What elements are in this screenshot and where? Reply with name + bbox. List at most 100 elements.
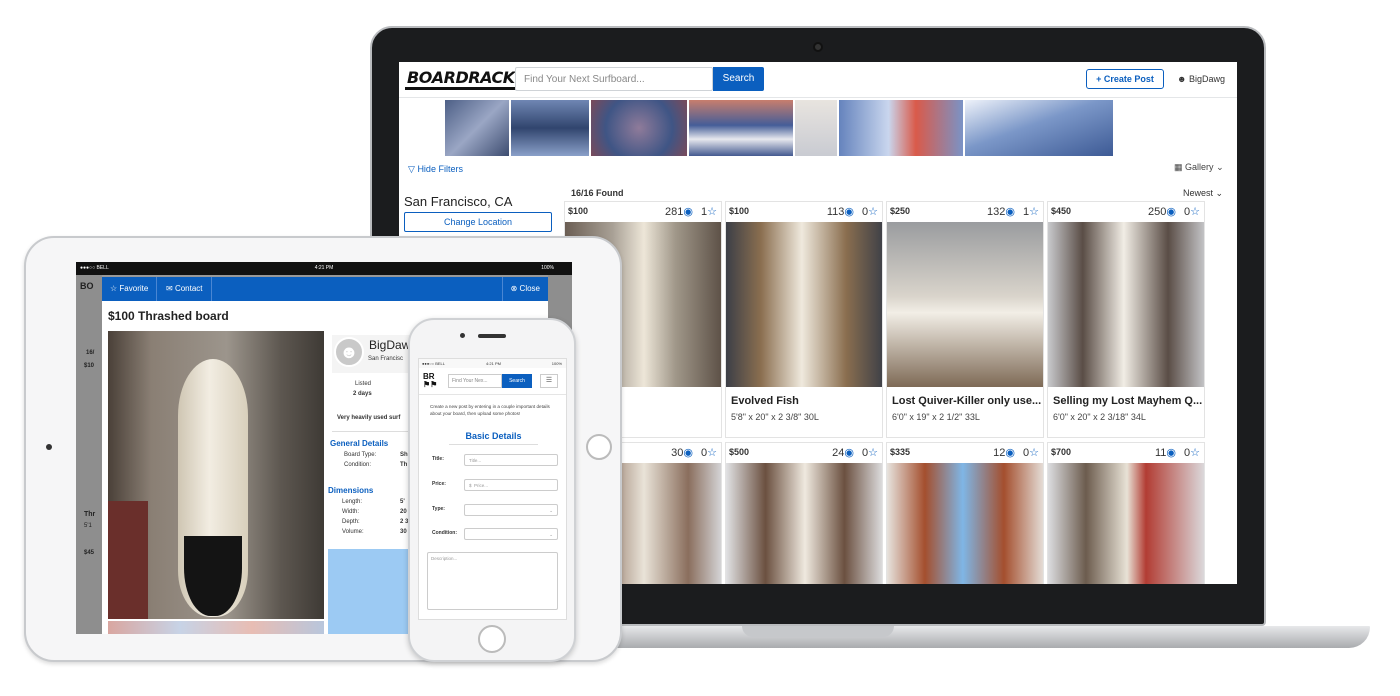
favorite-count[interactable]: 1☆ bbox=[1023, 205, 1039, 218]
search-button[interactable]: Search bbox=[713, 67, 764, 91]
width-label: Width: bbox=[342, 509, 360, 515]
close-label: Close bbox=[519, 284, 540, 293]
listing-photo[interactable] bbox=[726, 463, 882, 584]
chevron-down-icon: ⌄ bbox=[549, 532, 553, 537]
user-name: BigDawg bbox=[1189, 74, 1226, 84]
favorite-count[interactable]: 0☆ bbox=[862, 205, 878, 218]
listing-description: Very heavily used surf bbox=[337, 415, 401, 421]
listing-card[interactable]: $450 250◉ 0☆ Selling my Lost Mayhem Q... 6'0… bbox=[1047, 201, 1205, 438]
boardrack-mobile-logo[interactable]: BR ⚑⚑ bbox=[423, 373, 441, 389]
listing-photo[interactable] bbox=[1048, 222, 1204, 387]
length-value: 5' bbox=[400, 499, 405, 505]
view-count-value: 132 bbox=[987, 206, 1006, 218]
listing-price: $100 bbox=[729, 206, 750, 216]
phone-home-button[interactable] bbox=[478, 625, 506, 653]
phone-status-bar: ●●●○○ BELL 4:21 PM 100% bbox=[419, 359, 566, 368]
listing-card[interactable]: $100 113◉ 0☆ Evolved Fish 5'8" x 20" x 2 3/8… bbox=[725, 201, 883, 438]
star-icon: ☆ bbox=[868, 206, 878, 218]
price-label: Price: bbox=[432, 481, 446, 487]
carrier: ●●●○○ BELL bbox=[422, 361, 445, 366]
listing-photo[interactable] bbox=[726, 222, 882, 387]
listing-price: $250 bbox=[890, 206, 911, 216]
phone-screen: ●●●○○ BELL 4:21 PM 100% BR ⚑⚑ Find Your N… bbox=[418, 358, 567, 620]
search-input[interactable]: Find Your Next Surfboard... bbox=[515, 67, 713, 91]
top-navbar: BOARDRACK Find Your Next Surfboard... Se… bbox=[399, 62, 1237, 98]
create-post-button[interactable]: + Create Post bbox=[1086, 69, 1164, 89]
listing-photo[interactable] bbox=[1048, 463, 1204, 584]
favorite-count[interactable]: 0☆ bbox=[701, 446, 717, 459]
listing-card[interactable]: $500 24◉ 0☆ bbox=[725, 442, 883, 584]
listing-price: $335 bbox=[890, 447, 911, 457]
favorite-button[interactable]: ☆ Favorite bbox=[102, 277, 158, 301]
listing-photo[interactable] bbox=[887, 463, 1043, 584]
close-icon: ⊗ bbox=[510, 284, 518, 293]
listing-title: $100 Thrashed board bbox=[108, 309, 229, 323]
chevron-down-icon: ⌄ bbox=[1216, 162, 1224, 172]
depth-label: Depth: bbox=[342, 519, 360, 525]
view-count-value: 11 bbox=[1154, 447, 1167, 459]
hamburger-menu-icon[interactable]: ☰ bbox=[540, 374, 558, 388]
status-time: 4:21 PM bbox=[486, 361, 501, 366]
star-icon: ☆ bbox=[1190, 206, 1200, 218]
change-location-button[interactable]: Change Location bbox=[404, 212, 552, 232]
listing-card[interactable]: $700 11◉ 0☆ bbox=[1047, 442, 1205, 584]
listing-price: $100 bbox=[568, 206, 589, 216]
price-placeholder: Price... bbox=[474, 483, 489, 488]
thumbnail-strip[interactable] bbox=[108, 621, 324, 634]
eye-icon: ◉ bbox=[683, 206, 693, 218]
search-button[interactable]: Search bbox=[502, 374, 532, 388]
listed-value: 2 days bbox=[353, 391, 372, 397]
tablet-home-button[interactable] bbox=[586, 434, 612, 460]
favorite-count[interactable]: 0☆ bbox=[1023, 446, 1039, 459]
title-input[interactable]: Title... bbox=[464, 454, 558, 466]
mail-icon: ✉ bbox=[166, 284, 173, 293]
gallery-view-toggle[interactable]: ▦ Gallery ⌄ bbox=[1174, 162, 1224, 173]
listing-photo[interactable] bbox=[108, 331, 324, 619]
camera-icon bbox=[813, 42, 823, 52]
phone-speaker bbox=[478, 334, 506, 338]
favorite-count[interactable]: 0☆ bbox=[1184, 205, 1200, 218]
bg-logo: BO bbox=[80, 281, 94, 291]
listing-card[interactable]: $250 132◉ 1☆ Lost Quiver-Killer only use...… bbox=[886, 201, 1044, 438]
description-textarea[interactable]: Description... bbox=[427, 552, 558, 610]
view-count-value: 12 bbox=[993, 447, 1006, 459]
dimensions-heading: Dimensions bbox=[328, 486, 374, 495]
search-input[interactable]: Find Your Nex... bbox=[448, 374, 502, 388]
tablet-status-bar: ●●●○○ BELL 4:21 PM 100% bbox=[76, 262, 572, 275]
eye-icon: ◉ bbox=[1005, 447, 1015, 459]
favorite-count[interactable]: 0☆ bbox=[1184, 446, 1200, 459]
dollar-prefix: $ bbox=[469, 483, 472, 488]
hide-filters-link[interactable]: ▽ Hide Filters bbox=[408, 164, 463, 175]
close-button[interactable]: ⊗ Close bbox=[501, 277, 548, 301]
price-input[interactable]: $ Price... bbox=[464, 479, 558, 491]
type-select[interactable]: ⌄ bbox=[464, 504, 558, 516]
star-icon: ☆ bbox=[707, 206, 717, 218]
boardrack-logo[interactable]: BOARDRACK bbox=[405, 68, 517, 90]
condition-select[interactable]: ⌄ bbox=[464, 528, 558, 540]
view-count: 113◉ bbox=[827, 205, 854, 218]
listing-title: Evolved Fish bbox=[731, 395, 799, 407]
listing-title: Selling my Lost Mayhem Q... bbox=[1053, 395, 1203, 407]
favorite-count[interactable]: 1☆ bbox=[701, 205, 717, 218]
tablet-camera-icon bbox=[46, 444, 52, 450]
star-icon: ☆ bbox=[1029, 447, 1039, 459]
listing-price: $700 bbox=[1051, 447, 1072, 457]
view-count: 12◉ bbox=[993, 446, 1015, 459]
chevron-down-icon: ⌄ bbox=[549, 508, 553, 513]
results-count: 16/16 Found bbox=[571, 188, 624, 198]
seller-location: San Francisc bbox=[368, 356, 404, 362]
star-icon: ☆ bbox=[707, 447, 717, 459]
listing-card[interactable]: $335 12◉ 0☆ bbox=[886, 442, 1044, 584]
view-count: 281◉ bbox=[665, 205, 693, 218]
seller-name[interactable]: BigDaw bbox=[369, 338, 410, 352]
sort-dropdown[interactable]: Newest ⌄ bbox=[1183, 188, 1223, 199]
user-menu[interactable]: ☻ BigDawg bbox=[1177, 74, 1225, 84]
favorite-count[interactable]: 0☆ bbox=[862, 446, 878, 459]
volume-value: 30 bbox=[400, 529, 407, 535]
contact-button[interactable]: ✉ Contact bbox=[158, 277, 212, 301]
listing-photo[interactable] bbox=[887, 222, 1043, 387]
bg-found: 16/ bbox=[86, 350, 95, 356]
battery: 100% bbox=[551, 361, 562, 366]
avatar-icon: ☻ bbox=[334, 337, 364, 367]
hero-banner bbox=[445, 100, 1113, 156]
